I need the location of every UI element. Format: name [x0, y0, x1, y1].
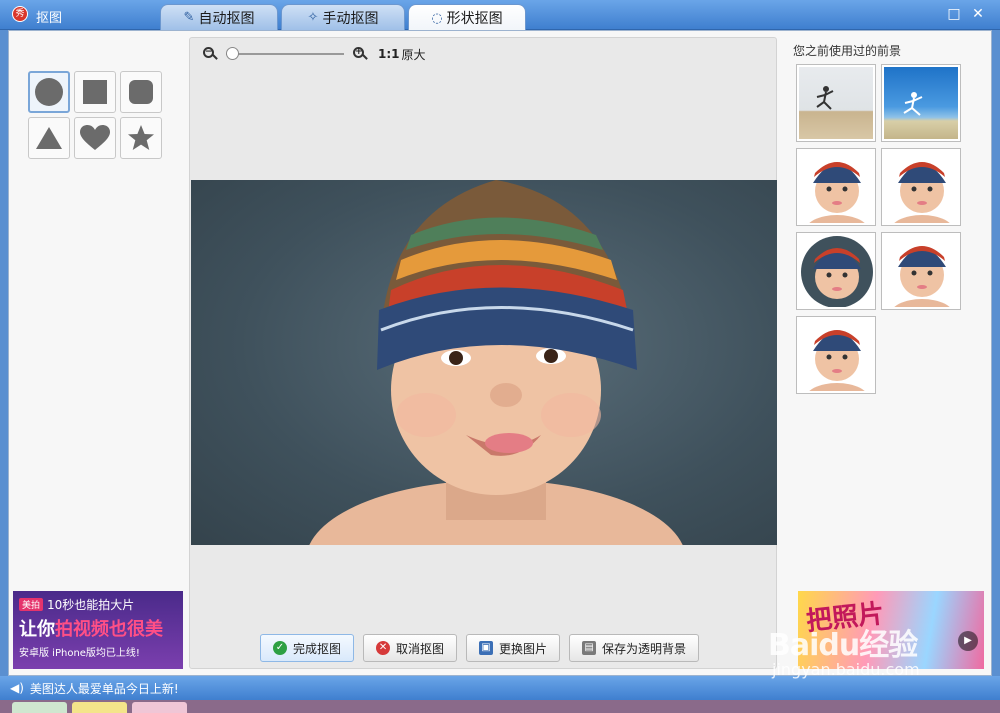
tab-manual-cutout[interactable]: ✧ 手动抠图	[281, 4, 405, 30]
shape-circle-button[interactable]	[28, 71, 70, 113]
circle-icon	[35, 78, 63, 106]
baby-thumb-image	[894, 246, 950, 307]
tab-auto-cutout[interactable]: ✎ 自动抠图	[160, 4, 278, 30]
shape-heart-button[interactable]	[74, 117, 116, 159]
zoom-bar: − + 1:1 原大	[202, 44, 426, 64]
history-thumb[interactable]	[796, 316, 876, 394]
history-thumb[interactable]	[796, 232, 876, 310]
lasso-icon: ◌	[431, 10, 443, 26]
shape-triangle-button[interactable]	[28, 117, 70, 159]
save-transparent-label: 保存为透明背景	[602, 641, 687, 656]
cancel-cutout-button[interactable]: ✕ 取消抠图	[363, 634, 458, 662]
watermark-line-2: jingyan.baidu.com	[772, 660, 920, 679]
heart-icon	[80, 125, 110, 150]
action-bar: ✓ 完成抠图 ✕ 取消抠图 ▣ 更换图片 ▤ 保存为透明背景	[260, 634, 700, 662]
taskbar-button[interactable]	[72, 702, 127, 713]
status-bar: ◀) 美图达人最爱单品今日上新!	[0, 676, 1000, 700]
change-image-button[interactable]: ▣ 更换图片	[466, 634, 561, 662]
rounded-square-icon	[129, 80, 153, 104]
history-thumb[interactable]	[881, 148, 961, 226]
taskbar-button[interactable]	[12, 702, 67, 713]
meipai-logo: 美拍	[19, 598, 44, 611]
baidu-watermark: Baidu经验 jingyan.baidu.com	[768, 620, 988, 679]
canvas-area: − + 1:1 原大 ✓ 完成抠图 ✕ 取消抠图 ▣ 更换图片 ▤ 保存为透明背…	[189, 37, 777, 669]
edit-image[interactable]	[191, 180, 777, 545]
baby-circle-thumb-image	[801, 236, 873, 307]
history-thumb[interactable]	[881, 232, 961, 310]
triangle-icon	[36, 127, 62, 149]
change-image-label: 更换图片	[499, 641, 548, 656]
title-bar: 秀 抠图 ✎ 自动抠图 ✧ 手动抠图 ◌ 形状抠图 □ ✕	[0, 0, 1000, 31]
square-icon	[83, 80, 107, 104]
zoom-in-icon[interactable]: +	[352, 46, 368, 62]
baby-photo	[309, 180, 683, 545]
zoom-out-icon[interactable]: −	[202, 46, 218, 62]
zoom-slider-knob[interactable]	[226, 47, 239, 60]
magic-wand-icon: ✧	[307, 10, 319, 25]
runner-thumb-image	[816, 86, 834, 110]
history-thumb[interactable]	[796, 64, 876, 142]
image-icon: ▣	[479, 641, 494, 655]
tab-label: 手动抠图	[322, 10, 379, 27]
history-title: 您之前使用过的前景	[793, 44, 902, 58]
status-message[interactable]: 美图达人最爱单品今日上新!	[30, 680, 179, 697]
tab-label: 自动抠图	[198, 10, 255, 27]
original-size-label[interactable]: 原大	[402, 46, 426, 63]
brush-icon: ✎	[183, 10, 195, 25]
main-panel: − + 1:1 原大 ✓ 完成抠图 ✕ 取消抠图 ▣ 更换图片 ▤ 保存为透明背…	[8, 30, 992, 676]
cancel-icon: ✕	[376, 641, 391, 655]
ad-line-2-highlight: 拍视频也很美	[55, 619, 163, 640]
save-transparent-button[interactable]: ▤ 保存为透明背景	[569, 634, 700, 662]
baby-thumb-image	[809, 330, 865, 391]
save-icon: ▤	[582, 641, 597, 655]
runner-thumb-image	[903, 92, 923, 116]
shape-rounded-square-button[interactable]	[120, 71, 162, 113]
watermark-line-1: Baidu经验	[768, 628, 918, 663]
baby-thumb-image	[894, 162, 950, 223]
history-thumb[interactable]	[881, 64, 961, 142]
shape-square-button[interactable]	[74, 71, 116, 113]
ad-line-2-prefix: 让你	[19, 619, 55, 640]
maximize-button[interactable]: □	[946, 6, 962, 22]
shape-star-button[interactable]	[120, 117, 162, 159]
zoom-slider[interactable]	[226, 47, 344, 61]
ad-line-1: 10秒也能拍大片	[47, 598, 135, 612]
window-title: 抠图	[36, 11, 63, 26]
check-icon: ✓	[273, 641, 287, 655]
taskbar-button[interactable]	[132, 702, 187, 713]
speaker-icon: ◀)	[10, 681, 24, 695]
close-button[interactable]: ✕	[970, 6, 986, 22]
meipai-ad-banner[interactable]: 美拍 10秒也能拍大片 让你拍视频也很美 安卓版 iPhone版均已上线!	[13, 591, 183, 669]
finish-cutout-label: 完成抠图	[293, 641, 342, 656]
finish-cutout-button[interactable]: ✓ 完成抠图	[260, 634, 355, 662]
tab-shape-cutout[interactable]: ◌ 形状抠图	[408, 4, 526, 31]
os-taskbar	[0, 700, 1000, 713]
history-thumb[interactable]	[796, 148, 876, 226]
app-logo-icon: 秀	[12, 6, 28, 22]
star-icon	[128, 125, 154, 150]
cancel-cutout-label: 取消抠图	[396, 641, 445, 656]
ad-line-3: 安卓版 iPhone版均已上线!	[19, 648, 140, 659]
tab-label: 形状抠图	[446, 11, 503, 27]
baby-thumb-image	[809, 162, 865, 223]
actual-size-button[interactable]: 1:1	[378, 47, 400, 61]
